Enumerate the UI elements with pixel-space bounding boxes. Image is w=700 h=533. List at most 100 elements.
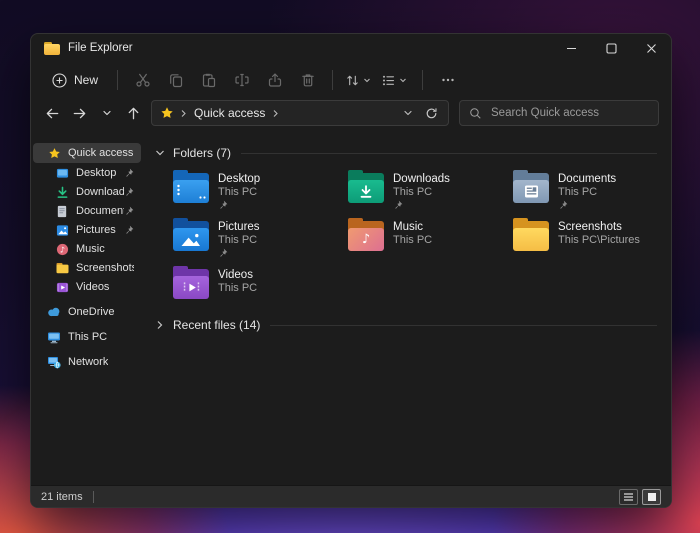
folder-tile-name: Pictures <box>218 221 260 234</box>
share-button[interactable] <box>258 66 291 95</box>
details-view-button[interactable] <box>619 489 638 505</box>
pictures-folder-icon <box>173 220 209 251</box>
folder-icon <box>55 261 69 275</box>
videos-folder-icon <box>173 268 209 299</box>
up-icon <box>126 106 141 121</box>
minimize-button[interactable] <box>551 34 591 62</box>
up-button[interactable] <box>120 100 147 127</box>
minimize-icon <box>566 43 577 54</box>
recent-locations-button[interactable] <box>93 100 120 127</box>
folder-tile-name: Music <box>393 221 432 234</box>
pictures-icon <box>55 223 69 237</box>
sidebar-item-label: Screenshots <box>76 262 134 274</box>
see-more-button[interactable] <box>431 66 464 95</box>
sort-button[interactable] <box>341 66 374 95</box>
title-bar[interactable]: File Explorer <box>31 34 671 62</box>
pin-icon <box>393 200 450 210</box>
plain-folder-icon <box>513 220 549 251</box>
sidebar-item-this-pc[interactable]: This PC <box>33 328 141 346</box>
window-controls <box>551 34 671 62</box>
folder-tile-text: DocumentsThis PC <box>558 172 616 208</box>
search-box[interactable] <box>459 100 659 126</box>
rename-icon <box>234 72 250 88</box>
chevron-right-icon[interactable] <box>155 320 165 330</box>
sidebar-item-label: Documents <box>76 205 124 217</box>
sidebar-item-pictures[interactable]: Pictures <box>33 221 141 239</box>
documents-icon <box>55 204 69 218</box>
recent-files-section-header[interactable]: Recent files (14) <box>155 314 657 336</box>
pin-icon <box>124 168 134 178</box>
chevron-down-icon[interactable] <box>155 148 165 158</box>
pin-icon <box>218 200 260 210</box>
folder-tile-documents[interactable]: DocumentsThis PC <box>509 168 657 212</box>
folder-tile-downloads[interactable]: DownloadsThis PC <box>344 168 509 212</box>
sidebar-item-label: Desktop <box>76 167 116 179</box>
sidebar-item-label: Pictures <box>76 224 116 236</box>
more-icon <box>441 73 455 87</box>
pin-icon <box>124 206 134 216</box>
sidebar: Quick access Desktop Downloads Documents Pic… <box>31 134 143 485</box>
folder-tile-location: This PC <box>393 234 432 247</box>
sidebar-item-network[interactable]: Network <box>33 353 141 371</box>
pin-icon <box>558 200 616 210</box>
folder-tile-videos[interactable]: VideosThis PC <box>169 264 344 308</box>
close-icon <box>646 43 657 54</box>
rename-button[interactable] <box>225 66 258 95</box>
sidebar-item-videos[interactable]: Videos <box>33 278 141 296</box>
pin-icon <box>218 248 260 258</box>
copy-icon <box>168 72 184 88</box>
pin-icon <box>124 187 134 197</box>
forward-button[interactable] <box>66 100 93 127</box>
folders-section-header[interactable]: Folders (7) <box>155 142 657 164</box>
maximize-button[interactable] <box>591 34 631 62</box>
sidebar-item-onedrive[interactable]: OneDrive <box>33 303 141 321</box>
toolbar-divider <box>332 70 333 90</box>
view-button[interactable] <box>374 66 414 95</box>
chevron-right-icon[interactable] <box>272 109 279 118</box>
copy-button[interactable] <box>159 66 192 95</box>
sidebar-item-desktop[interactable]: Desktop <box>33 164 141 182</box>
folder-tile-screenshots[interactable]: ScreenshotsThis PC\Pictures <box>509 216 657 260</box>
section-divider <box>270 325 657 326</box>
downloads-folder-icon <box>348 172 384 203</box>
computer-icon <box>47 330 61 344</box>
new-button[interactable]: New <box>41 68 109 93</box>
folder-tile-location: This PC <box>393 186 450 199</box>
folder-tile-text: ScreenshotsThis PC\Pictures <box>558 220 640 256</box>
folder-tile-name: Downloads <box>393 173 450 186</box>
main-content: Folders (7) DesktopThis PCDownloadsThis … <box>143 134 671 485</box>
desktop-wallpaper: { "window": { "title": "File Explorer", … <box>0 0 700 533</box>
back-button[interactable] <box>39 100 66 127</box>
sidebar-item-screenshots[interactable]: Screenshots <box>33 259 141 277</box>
folder-tile-name: Videos <box>218 269 257 282</box>
sidebar-item-music[interactable]: ♪Music <box>33 240 141 258</box>
search-input[interactable] <box>491 107 649 119</box>
folder-tile-text: DownloadsThis PC <box>393 172 450 208</box>
folder-tile-music[interactable]: ♪MusicThis PC <box>344 216 509 260</box>
delete-button[interactable] <box>291 66 324 95</box>
forward-icon <box>72 106 87 121</box>
cut-icon <box>135 72 151 88</box>
breadcrumb[interactable]: Quick access <box>151 100 449 126</box>
folders-section-label: Folders (7) <box>173 146 231 160</box>
cut-button[interactable] <box>126 66 159 95</box>
sidebar-item-quick-access[interactable]: Quick access <box>33 143 141 163</box>
recent-locations-icon <box>102 108 112 118</box>
folders-grid: DesktopThis PCDownloadsThis PCDocumentsT… <box>169 168 657 308</box>
breadcrumb-location[interactable]: Quick access <box>194 106 265 120</box>
address-dropdown-button[interactable] <box>403 108 413 118</box>
sidebar-item-downloads[interactable]: Downloads <box>33 183 141 201</box>
close-button[interactable] <box>631 34 671 62</box>
refresh-button[interactable] <box>425 107 438 120</box>
paste-button[interactable] <box>192 66 225 95</box>
documents-folder-icon <box>513 172 549 203</box>
sidebar-item-label: Music <box>76 243 105 255</box>
downloads-icon <box>55 185 69 199</box>
folder-tile-desktop[interactable]: DesktopThis PC <box>169 168 344 212</box>
search-icon <box>469 107 482 120</box>
network-icon <box>47 355 61 369</box>
large-thumbnails-button[interactable] <box>642 489 661 505</box>
pin-icon <box>124 225 134 235</box>
sidebar-item-documents[interactable]: Documents <box>33 202 141 220</box>
folder-tile-pictures[interactable]: PicturesThis PC <box>169 216 344 260</box>
